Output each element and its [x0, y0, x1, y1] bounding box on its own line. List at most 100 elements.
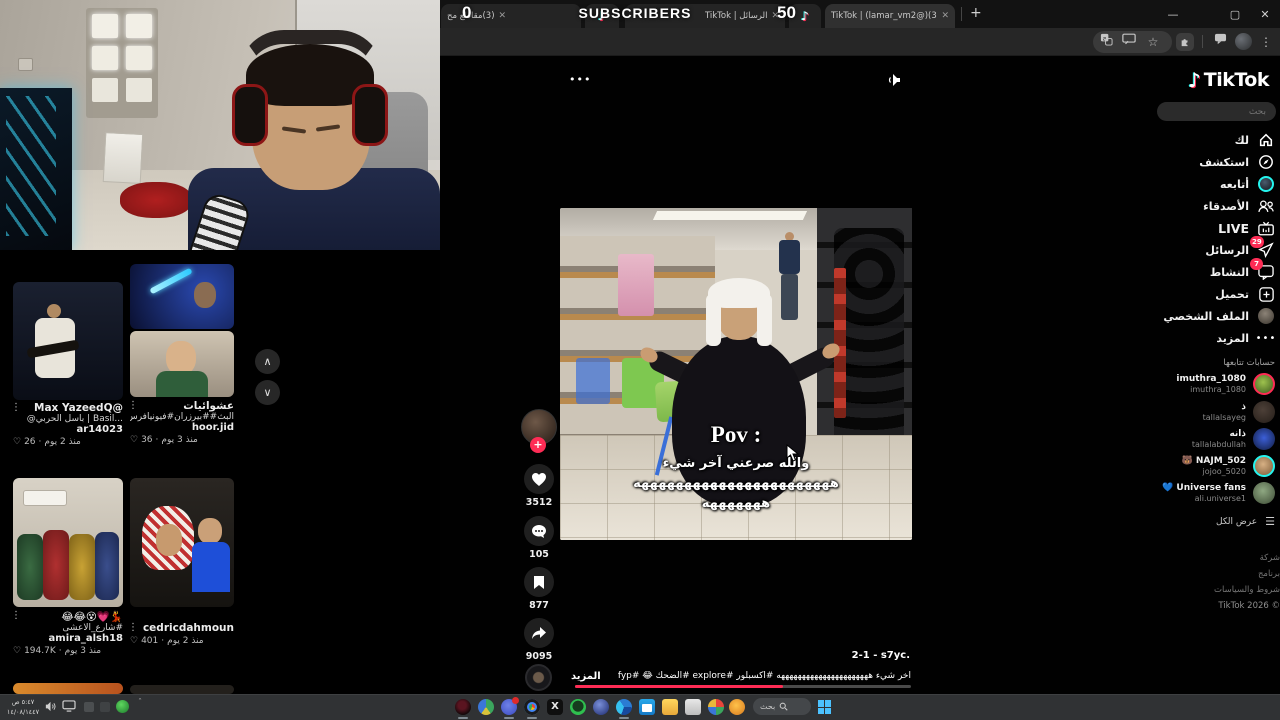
sidebar-item-friends[interactable]: الأصدقاء [1203, 196, 1275, 216]
sidebar-item-explore[interactable]: استكشف [1199, 152, 1275, 172]
tiktok-logo[interactable]: ♪ TikTok [1188, 68, 1270, 92]
search-box[interactable] [1146, 102, 1276, 121]
display-icon[interactable] [62, 700, 76, 712]
tray-hidden-icons-chevron[interactable]: ＾ [136, 698, 144, 709]
tab-close-icon[interactable]: ✕ [499, 11, 507, 21]
taskbar-clock[interactable]: ٥:٤٧ ص ١٤/٠٨/١٤٤٧ [6, 697, 40, 717]
sidebar-item-messages[interactable]: 29 الرسائل [1205, 236, 1275, 260]
show-all-row[interactable]: ☰ عرض الكل [1145, 515, 1275, 528]
following-account[interactable]: ذ tallalsayeg [1145, 399, 1275, 425]
following-account[interactable]: 💙 Universe fans ali.universe1 [1145, 480, 1275, 506]
sidebar-chat-icon[interactable] [1214, 33, 1232, 51]
bookmark-star-icon[interactable]: ☆ [1144, 33, 1162, 51]
photos-icon[interactable] [708, 699, 724, 715]
tray-green-app-icon[interactable] [116, 700, 129, 713]
player-sound-icon[interactable] [886, 72, 902, 88]
grid-item-caption[interactable]: ⋮ Max YazeedQ@ @باسل الحربي | Basil... a… [11, 402, 123, 447]
following-account[interactable]: 🐻 NAJM_502 jojoo_5020 [1145, 453, 1275, 479]
share-button[interactable] [524, 618, 554, 648]
following-account[interactable]: imuthra_1080 imuthra_1080 [1145, 371, 1275, 397]
account-avatar [1253, 482, 1275, 504]
chrome-icon[interactable] [524, 699, 540, 715]
sidebar-item-more[interactable]: ••• المزيد [1216, 328, 1275, 348]
grid-item-caption[interactable]: ⋮ عشوائيات البث##بيرزران#فيونيافرس... ho… [128, 400, 234, 445]
scroll-up-button[interactable]: ∧ [255, 349, 280, 374]
shelf-niche [126, 78, 152, 102]
x-app-icon[interactable]: X [547, 699, 563, 715]
tiktok-video[interactable]: Pov : والله صرعني آخر شيء هههههههههههههه… [560, 208, 912, 540]
running-app-indicator [527, 717, 537, 719]
microsoft-store-icon[interactable] [639, 699, 655, 715]
video-progress-track[interactable] [575, 685, 911, 688]
footer-link-terms[interactable]: شروط والسياسات [1140, 585, 1280, 595]
sidebar-item-profile[interactable]: الملف الشخصي [1163, 306, 1275, 326]
grid-thumb-selfie[interactable] [130, 331, 234, 397]
new-tab-button[interactable]: + [970, 5, 982, 21]
footer-link-program[interactable]: برنامج [1140, 569, 1280, 579]
translate-icon[interactable]: a [1100, 33, 1118, 51]
kebab-icon[interactable]: ⋮ [11, 610, 21, 621]
grid-item-caption[interactable]: ⋮ 💃💗😵😂😂 #شارع_الاعشى amira_alsh18 ♡ 194.7… [11, 610, 123, 656]
tab-close-icon[interactable]: ✕ [941, 11, 949, 21]
window-maximize-button[interactable]: ▢ [1222, 6, 1248, 24]
tray-app-icon[interactable] [84, 702, 94, 712]
search-input[interactable] [1146, 106, 1266, 117]
sound-disc-avatar[interactable] [525, 664, 552, 691]
edge-icon[interactable] [616, 699, 632, 715]
follow-plus-button[interactable]: + [530, 437, 546, 453]
tab-title: TikTok | (lamar_vm2@)رائشتي(38) [831, 11, 937, 21]
steam-icon[interactable] [593, 699, 609, 715]
caption-more-button[interactable]: المزيد [571, 671, 601, 682]
grid-thumb-night-stream[interactable] [13, 282, 123, 400]
volume-icon[interactable] [44, 700, 57, 713]
headphone-band [238, 30, 384, 76]
kebab-icon[interactable]: ⋮ [128, 622, 138, 633]
sidebar-item-upload[interactable]: تحميل [1215, 284, 1275, 304]
grid-thumb-partial[interactable] [130, 685, 234, 694]
start-button[interactable] [818, 700, 832, 714]
grid-item-caption[interactable]: ⋮ cedricdahmoun ♡ 401 · منذ 2 يوم [128, 622, 234, 646]
chrome-profile-icon[interactable] [478, 699, 494, 715]
kebab-icon[interactable]: ⋮ [128, 400, 138, 411]
tray-app-icon[interactable] [100, 702, 110, 712]
sidebar-item-for-you[interactable]: لك [1235, 130, 1275, 150]
like-button[interactable] [524, 464, 554, 494]
recorder-app-icon[interactable] [455, 699, 471, 715]
discord-icon[interactable] [501, 697, 519, 715]
footer-link-company[interactable]: شركة [1140, 553, 1280, 563]
video-author-line[interactable]: 2-1 - s7yc. [700, 650, 910, 661]
browser-menu-icon[interactable]: ⋮ [1257, 33, 1275, 51]
profile-avatar[interactable] [1235, 33, 1252, 50]
scroll-down-button[interactable]: ∨ [255, 380, 280, 405]
grid-thumb-blue-scene[interactable] [130, 264, 234, 329]
grid-thumb-partial[interactable] [13, 683, 123, 694]
whatsapp-icon[interactable] [570, 699, 586, 715]
file-explorer-icon[interactable] [662, 699, 678, 715]
sidebar-item-following[interactable]: أتابعه [1220, 174, 1275, 194]
following-account[interactable]: ذانه tallalabdullah [1145, 426, 1275, 452]
messages-badge: 29 [1250, 236, 1264, 248]
grid-thumb-car-ghutra[interactable] [130, 478, 234, 607]
grid-thumb-group-dresses[interactable] [13, 478, 123, 607]
app-window-icon[interactable] [685, 699, 701, 715]
sidebar-item-live[interactable]: LIVE [1218, 218, 1275, 238]
taskbar-search-box[interactable]: بحث [753, 698, 811, 715]
more-dots-icon: ••• [1255, 332, 1277, 344]
window-close-button[interactable]: ✕ [1252, 6, 1278, 24]
tiktok-note-icon: ♪ [1188, 68, 1201, 92]
extensions-icon[interactable] [1176, 33, 1194, 51]
video-progress-fill [575, 685, 784, 688]
comment-button[interactable] [524, 516, 554, 546]
bookmark-count: 877 [529, 600, 549, 611]
shelf-niche [92, 14, 118, 38]
sidebar-item-activity[interactable]: 7 النشاط [1210, 258, 1275, 282]
browser-tab-active-profile[interactable]: TikTok | (lamar_vm2@)رائشتي(38) ✕ [825, 4, 955, 28]
cast-icon[interactable] [1122, 33, 1140, 51]
window-minimize-button[interactable]: — [1160, 6, 1186, 24]
kebab-icon[interactable]: ⋮ [11, 402, 21, 413]
orange-app-icon[interactable] [729, 699, 745, 715]
player-more-icon[interactable]: ••• [569, 73, 591, 86]
bookmark-button[interactable] [524, 567, 554, 597]
video-caption[interactable]: آخر شيء ههههههههههههههههههههههه #اكسبلور… [608, 671, 911, 681]
profile-avatar-icon [1257, 307, 1275, 325]
